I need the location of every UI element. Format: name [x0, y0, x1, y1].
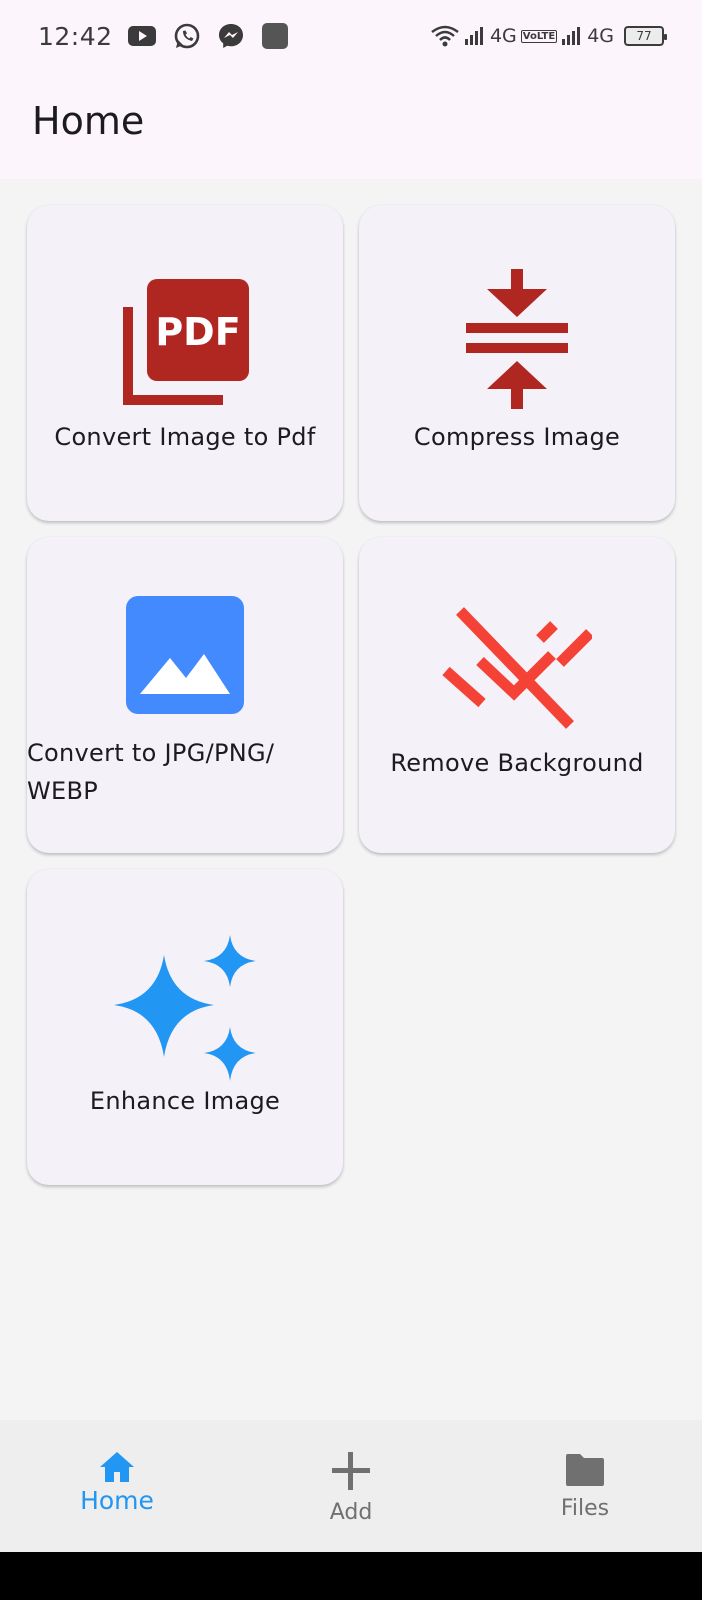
nav-label-add: Add	[329, 1500, 373, 1525]
battery-level: 77	[636, 29, 652, 43]
card-label-line-1: Convert to JPG/PNG/	[27, 739, 275, 767]
plus-icon	[332, 1452, 370, 1490]
network-type-2: 4G	[587, 25, 614, 47]
nav-item-files[interactable]: Files	[468, 1420, 702, 1552]
bottom-nav: Home Add Files	[0, 1420, 702, 1552]
notification-icons	[127, 22, 289, 50]
app-icon	[261, 23, 288, 49]
remove-background-icon	[442, 607, 592, 729]
convert-format-card[interactable]: Convert to JPG/PNG/ WEBP	[27, 537, 343, 853]
card-label: Enhance Image	[89, 1087, 281, 1115]
card-label: Remove Background	[390, 749, 644, 777]
messenger-icon	[218, 24, 243, 48]
card-label-line-2: WEBP	[27, 777, 99, 805]
signal-icon	[464, 27, 483, 45]
card-label: Convert Image to Pdf	[54, 423, 316, 451]
nav-item-home[interactable]: Home	[0, 1420, 234, 1552]
battery-icon: 77	[624, 26, 667, 46]
home-icon	[100, 1452, 134, 1482]
remove-background-card[interactable]: Remove Background	[359, 537, 675, 853]
convert-to-pdf-card[interactable]: PDF Convert Image to Pdf	[27, 205, 343, 521]
app-bar: Home	[0, 72, 702, 179]
svg-text:PDF: PDF	[155, 310, 240, 354]
youtube-icon	[127, 26, 156, 46]
status-time: 12:42	[38, 21, 113, 51]
nav-item-add[interactable]: Add	[234, 1420, 468, 1552]
signal-icon	[562, 27, 581, 45]
card-label: Convert to JPG/PNG/ WEBP	[27, 734, 274, 810]
pdf-icon: PDF	[123, 279, 249, 405]
sparkle-icon	[114, 935, 256, 1081]
status-bar: 12:42 4G VoLTE 4G 77	[0, 0, 702, 72]
compress-image-card[interactable]: Compress Image	[359, 205, 675, 521]
system-navigation-bar	[0, 1552, 702, 1600]
volte-icon: VoLTE	[520, 29, 558, 43]
image-icon	[126, 596, 244, 714]
card-label: Compress Image	[413, 423, 621, 451]
nav-label-files: Files	[560, 1496, 610, 1521]
compress-icon	[466, 269, 568, 409]
page-title: Home	[32, 98, 145, 143]
nav-label-home: Home	[80, 1486, 154, 1515]
whatsapp-icon	[174, 23, 199, 49]
status-right: 4G VoLTE 4G 77	[430, 24, 667, 48]
enhance-image-card[interactable]: Enhance Image	[27, 869, 343, 1185]
wifi-icon	[431, 25, 459, 47]
folder-icon	[566, 1454, 604, 1486]
network-type-1: 4G	[489, 25, 517, 47]
